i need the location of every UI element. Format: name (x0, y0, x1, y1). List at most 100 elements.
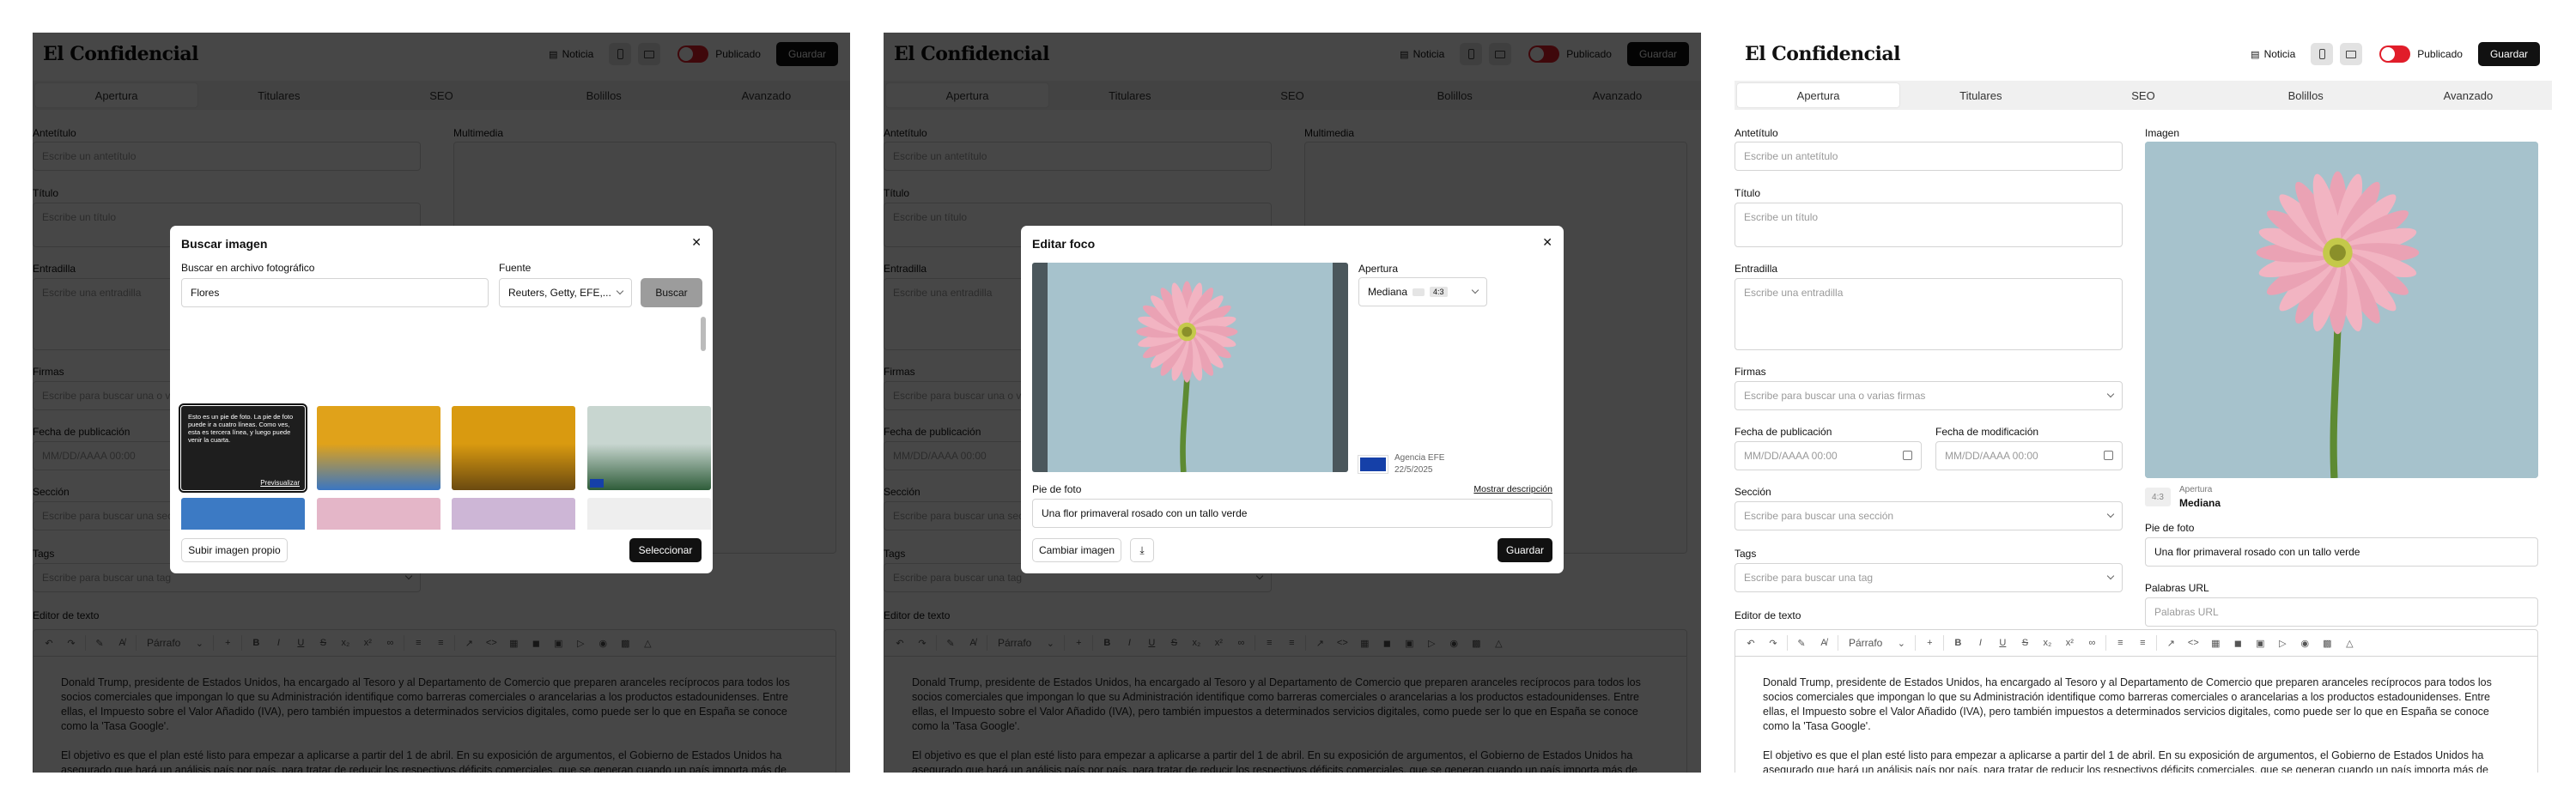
tags-placeholder: Escribe para buscar una tag (1744, 572, 1874, 584)
tab-avanzado[interactable]: Avanzado (2387, 83, 2549, 107)
image-result[interactable] (586, 498, 711, 530)
warning-icon[interactable]: △ (2341, 634, 2358, 652)
desktop-view-button[interactable] (2340, 43, 2363, 65)
antetitulo-input[interactable]: Escribe un antetítulo (1735, 142, 2123, 171)
pie-input[interactable]: Una flor primaveral rosado con un tallo … (1032, 499, 1552, 528)
select-button[interactable]: Seleccionar (629, 538, 702, 562)
scrollbar-thumb[interactable] (701, 317, 706, 351)
crop-mask-right (1333, 263, 1348, 472)
undo-icon[interactable]: ↶ (1742, 634, 1759, 652)
focus-crop-area[interactable] (1032, 263, 1348, 472)
image-icon[interactable]: ▣ (2251, 634, 2269, 652)
change-image-button[interactable]: Cambiar imagen (1032, 538, 1121, 562)
brand-logo: El Confidencial (1745, 43, 1901, 65)
mobile-view-button[interactable] (2311, 43, 2334, 65)
gallery-icon[interactable]: ▩ (2318, 634, 2336, 652)
source-select[interactable]: Reuters, Getty, EFE,... (499, 278, 632, 307)
search-button[interactable]: Buscar (641, 278, 702, 307)
thumbnail-photo (586, 498, 711, 530)
apertura-value: Mediana (1368, 286, 1408, 298)
content-type[interactable]: ▤ Noticia (2251, 48, 2295, 60)
modal-title: Buscar imagen (181, 237, 268, 251)
download-button[interactable]: ⤓ (1130, 538, 1154, 562)
tab-bolillos[interactable]: Bolillos (2225, 83, 2387, 107)
seccion-select[interactable]: Escribe para buscar una sección (1735, 501, 2123, 530)
fecha-modificacion-input[interactable]: MM/DD/AAAA 00:00 (1935, 441, 2123, 470)
preview-link[interactable]: Previsualizar (260, 479, 300, 487)
tags-select[interactable]: Escribe para buscar una tag (1735, 563, 2123, 592)
close-icon[interactable]: ✕ (1542, 235, 1552, 250)
subscript-icon[interactable]: x₂ (2038, 634, 2056, 652)
table-icon[interactable]: ▦ (2207, 634, 2224, 652)
main-image[interactable] (2145, 142, 2538, 478)
search-archive-label: Buscar en archivo fotográfico (181, 262, 315, 274)
titulo-input[interactable]: Escribe un título (1735, 203, 2123, 247)
tags-label: Tags (1735, 548, 1757, 560)
thumbnail-photo (452, 406, 575, 490)
insert-plus-icon[interactable]: + (1921, 634, 1938, 652)
tab-apertura[interactable]: Apertura (1737, 83, 1900, 107)
ratio-badge: 4:3 (1430, 287, 1448, 297)
apertura-select[interactable]: Mediana 4:3 (1358, 277, 1487, 306)
image-result[interactable] (452, 498, 575, 530)
code-icon[interactable]: <> (2184, 634, 2202, 652)
toolbar-divider (2156, 635, 2158, 651)
toolbar-divider (1943, 635, 1945, 651)
download-icon: ⤓ (1139, 543, 1145, 556)
format-painter-icon[interactable]: ✎ (1793, 634, 1810, 652)
agency-logo-icon (1358, 455, 1388, 474)
link-icon[interactable]: ∞ (2083, 634, 2100, 652)
superscript-icon[interactable]: x² (2061, 634, 2078, 652)
image-result[interactable] (586, 406, 711, 490)
paragraph-style-select[interactable]: Párrafo (1844, 637, 1887, 649)
pie-input[interactable]: Una flor primaveral rosado con un tallo … (2145, 537, 2538, 567)
fecha-publicacion-label: Fecha de publicación (1735, 426, 1832, 438)
firmas-select[interactable]: Escribe para buscar una o varias firmas (1735, 381, 2123, 410)
search-input[interactable]: Flores (181, 278, 489, 307)
italic-icon[interactable]: I (1971, 634, 1989, 652)
tab-seo[interactable]: SEO (2062, 83, 2224, 107)
numbered-list-icon[interactable]: ≡ (2134, 634, 2151, 652)
strikethrough-icon[interactable]: S (2016, 634, 2033, 652)
underline-icon[interactable]: U (1994, 634, 2011, 652)
video-icon[interactable]: ▷ (2274, 634, 2291, 652)
editor-paragraph: Donald Trump, presidente de Estados Unid… (1763, 676, 2492, 732)
tab-titulares[interactable]: Titulares (1899, 83, 2062, 107)
crop-mask-left (1032, 263, 1048, 472)
editor-content[interactable]: Donald Trump, presidente de Estados Unid… (1735, 657, 2538, 773)
image-result[interactable] (316, 498, 440, 530)
chevron-down-icon: ⌄ (1897, 638, 1905, 649)
clear-format-icon[interactable]: A̸ (1815, 634, 1832, 652)
thumbnail-photo (452, 498, 575, 530)
bold-icon[interactable]: B (1949, 634, 1966, 652)
apertura-value: Mediana (2179, 497, 2221, 509)
thumbnail-photo (181, 498, 305, 530)
header-save-button[interactable]: Guardar (2477, 42, 2540, 66)
palabras-url-label: Palabras URL (2145, 582, 2209, 594)
image-result[interactable]: Esto es un pie de foto. La pie de foto p… (179, 403, 307, 493)
show-description-link[interactable]: Mostrar descripción (1473, 484, 1552, 494)
cart-icon[interactable]: ◼ (2229, 634, 2246, 652)
agency-logo-icon (589, 479, 604, 488)
image-result[interactable] (181, 498, 305, 530)
fecha-publicacion-placeholder: MM/DD/AAAA 00:00 (1744, 450, 1838, 462)
bullet-list-icon[interactable]: ≡ (2111, 634, 2129, 652)
publish-toggle[interactable] (2379, 45, 2411, 63)
pie-label: Pie de foto (2145, 522, 2195, 534)
palabras-url-input[interactable]: Palabras URL (2145, 597, 2538, 627)
entradilla-input[interactable]: Escribe una entradilla (1735, 278, 2123, 350)
upload-own-button[interactable]: Subir imagen propio (181, 538, 288, 562)
image-result[interactable] (316, 406, 440, 490)
fecha-publicacion-input[interactable]: MM/DD/AAAA 00:00 (1735, 441, 1922, 470)
chart-icon[interactable]: ↗ (2162, 634, 2179, 652)
flower-photo (2145, 142, 2538, 478)
embed-icon[interactable]: ◉ (2296, 634, 2313, 652)
panel-search-image: El Confidencial ▤ Noticia Publicado Guar… (33, 33, 850, 773)
imagen-label: Imagen (2145, 127, 2180, 139)
ratio-swatch (1413, 288, 1425, 296)
redo-icon[interactable]: ↷ (1765, 634, 1782, 652)
image-result[interactable] (452, 406, 575, 490)
modal-save-button[interactable]: Guardar (1498, 538, 1552, 562)
chevron-down-icon (2106, 390, 2115, 398)
close-icon[interactable]: ✕ (691, 235, 702, 250)
